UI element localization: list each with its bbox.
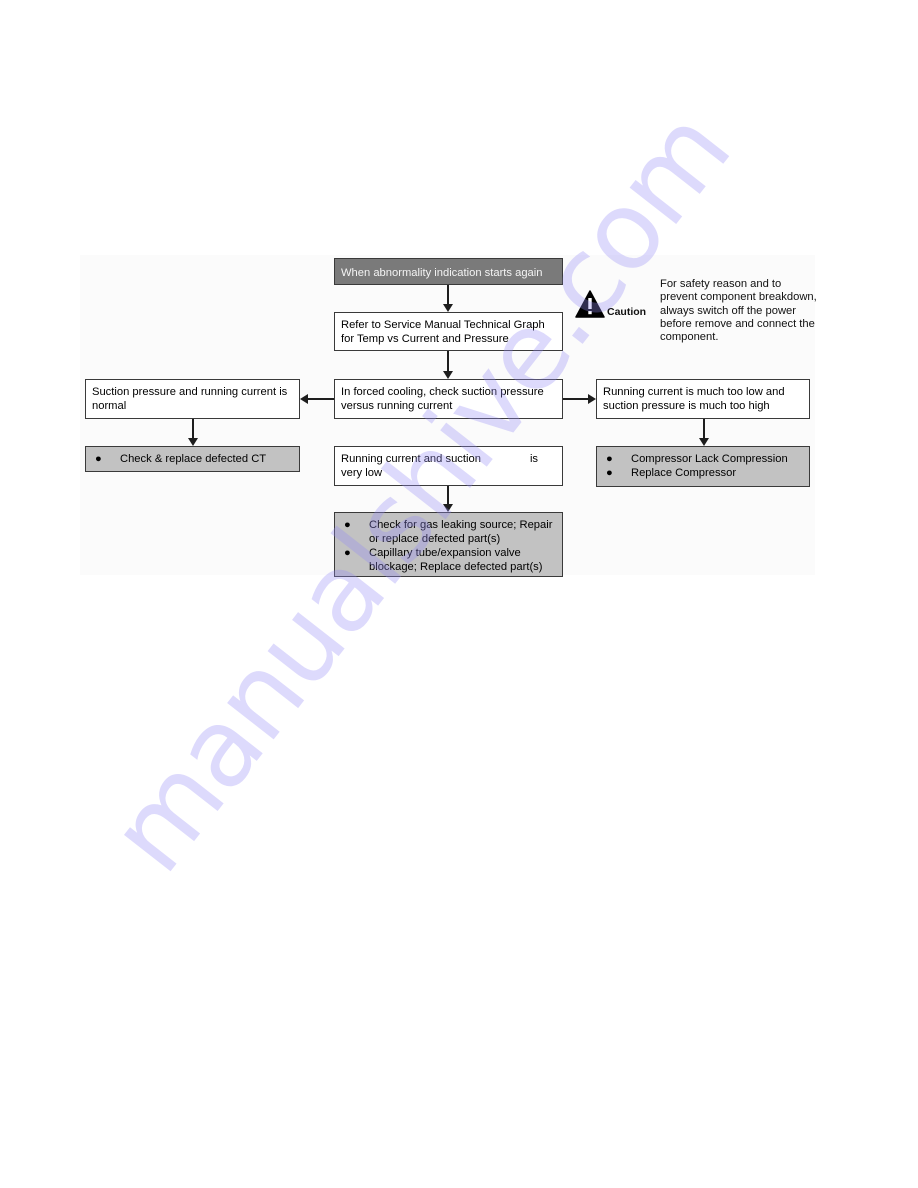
check-pressure-box: In forced cooling, check suction pressur…	[334, 379, 563, 419]
center-action-item: ● Check for gas leaking source; Repair o…	[344, 519, 553, 545]
left-action-item: ● Check & replace defected CT	[95, 453, 267, 465]
arrow-down-icon	[699, 438, 709, 446]
center-action-box: ● Check for gas leaking source; Repair o…	[334, 512, 563, 577]
warning-triangle-icon	[575, 290, 605, 318]
start-box: When abnormality indication starts again	[334, 258, 563, 285]
bullet-icon: ●	[606, 467, 613, 479]
connector-line	[563, 398, 589, 400]
arrow-down-icon	[188, 438, 198, 446]
center-condition-box: Running current and suction is very low	[334, 446, 563, 486]
right-action-item: ● Replace Compressor	[606, 467, 737, 479]
connector-line	[447, 351, 449, 372]
right-condition-label: Running current is much too low and suct…	[603, 386, 785, 412]
bullet-icon: ●	[95, 453, 102, 465]
left-condition-label: Suction pressure and running current is …	[92, 386, 288, 412]
right-action-box: ● Compressor Lack Compression ● Replace …	[596, 446, 810, 487]
arrow-down-icon	[443, 371, 453, 379]
start-box-label: When abnormality indication starts again	[341, 267, 543, 279]
bullet-icon: ●	[606, 453, 613, 465]
arrow-down-icon	[443, 504, 453, 512]
connector-line	[192, 419, 194, 439]
arrow-down-icon	[443, 304, 453, 312]
check-pressure-label: In forced cooling, check suction pressur…	[341, 386, 544, 412]
caution-text: For safety reason and to prevent compone…	[660, 278, 817, 344]
arrow-right-icon	[588, 394, 596, 404]
refer-graph-label: Refer to Service Manual Technical Graph …	[341, 319, 545, 345]
connector-line	[447, 285, 449, 305]
right-condition-box: Running current is much too low and suct…	[596, 379, 810, 419]
connector-line	[447, 486, 449, 505]
center-condition-is: is	[529, 453, 539, 465]
center-condition-part2: very low	[341, 467, 383, 479]
right-action-item: ● Compressor Lack Compression	[606, 453, 788, 465]
bullet-icon: ●	[344, 547, 351, 559]
left-action-box: ● Check & replace defected CT	[85, 446, 300, 472]
connector-line	[307, 398, 334, 400]
refer-graph-box: Refer to Service Manual Technical Graph …	[334, 312, 563, 351]
arrow-left-icon	[300, 394, 308, 404]
center-condition-part1: Running current and suction	[341, 453, 481, 465]
left-condition-box: Suction pressure and running current is …	[85, 379, 300, 419]
connector-line	[703, 419, 705, 439]
caution-label: Caution	[607, 306, 647, 318]
bullet-icon: ●	[344, 519, 351, 531]
center-action-item: ● Capillary tube/expansion valve blockag…	[344, 547, 543, 573]
